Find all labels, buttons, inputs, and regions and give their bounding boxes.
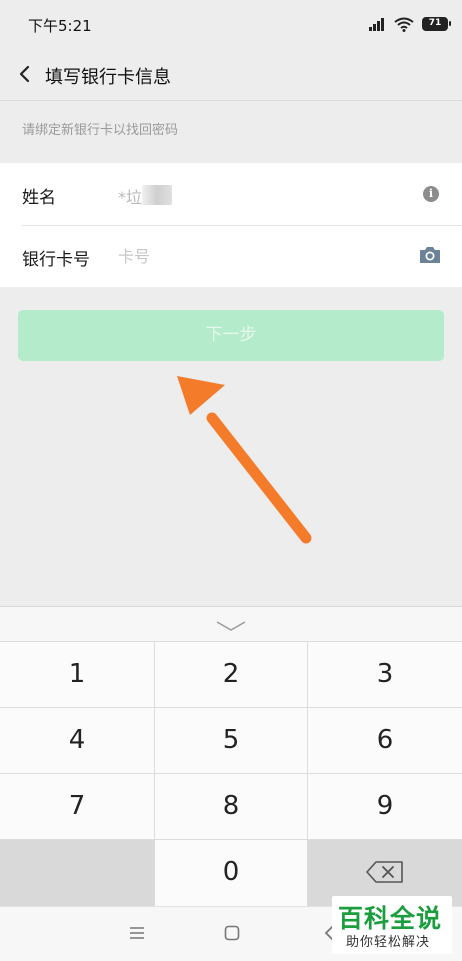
back-arrow-icon[interactable] — [14, 62, 38, 86]
status-time: 下午5:21 — [28, 17, 92, 35]
signal-icon — [369, 17, 386, 31]
battery-icon: 71 — [422, 17, 451, 31]
card-number-input[interactable] — [118, 241, 388, 271]
annotation-arrow-icon — [177, 376, 312, 544]
key-4[interactable]: 4 — [0, 707, 155, 773]
chevron-down-icon — [216, 621, 246, 631]
card-number-row: 银行卡号 — [0, 225, 462, 287]
key-1[interactable]: 1 — [0, 641, 155, 707]
numeric-keypad: 1 2 3 4 5 6 7 8 9 0 — [0, 606, 462, 907]
watermark-title: 百科全说 — [338, 904, 443, 933]
watermark-logo: 百科全说 助你轻松解决 — [332, 896, 452, 954]
key-9[interactable]: 9 — [308, 773, 462, 839]
name-row: 姓名 *垃 i — [0, 163, 462, 225]
name-label: 姓名 — [22, 188, 56, 208]
card-number-label: 银行卡号 — [22, 250, 90, 270]
info-icon[interactable]: i — [423, 186, 439, 202]
backspace-icon — [366, 861, 403, 883]
status-icons: 71 — [369, 14, 451, 34]
camera-icon[interactable] — [418, 245, 442, 265]
name-mosaic — [142, 185, 172, 205]
page-title: 填写银行卡信息 — [45, 67, 171, 88]
key-6[interactable]: 6 — [308, 707, 462, 773]
home-icon[interactable] — [224, 925, 240, 941]
name-value: *垃 — [118, 188, 143, 207]
wifi-icon — [394, 17, 414, 32]
status-bar: 下午5:21 71 — [0, 0, 462, 50]
keypad-collapse-bar[interactable] — [0, 607, 462, 641]
key-7[interactable]: 7 — [0, 773, 155, 839]
key-2[interactable]: 2 — [155, 641, 308, 707]
next-step-button[interactable]: 下一步 — [18, 310, 444, 361]
key-blank — [0, 839, 155, 907]
key-5[interactable]: 5 — [155, 707, 308, 773]
watermark-subtitle: 助你轻松解决 — [346, 935, 431, 950]
key-0[interactable]: 0 — [155, 839, 308, 907]
card-form: 姓名 *垃 i 银行卡号 — [0, 163, 462, 287]
hint-text: 请绑定新银行卡以找回密码 — [22, 123, 179, 138]
menu-icon[interactable] — [128, 925, 146, 941]
key-3[interactable]: 3 — [308, 641, 462, 707]
key-8[interactable]: 8 — [155, 773, 308, 839]
header: 填写银行卡信息 — [0, 50, 462, 101]
